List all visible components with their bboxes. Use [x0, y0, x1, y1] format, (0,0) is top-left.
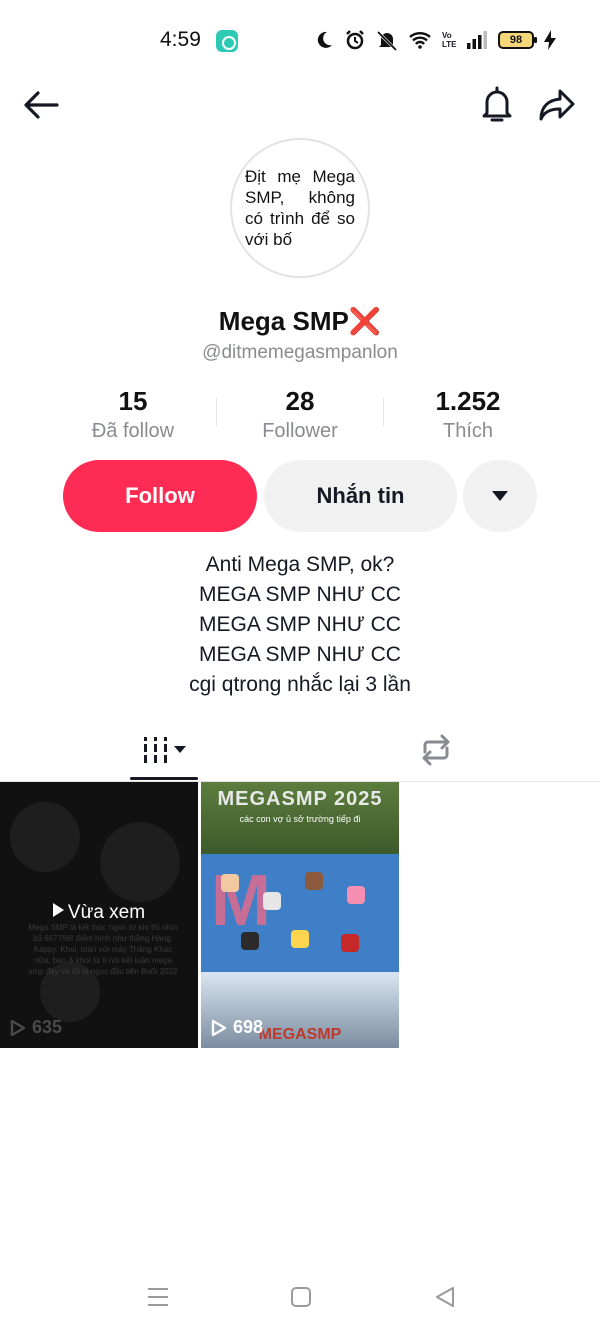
volte-icon: Vo LTE	[442, 31, 457, 49]
stat-likes[interactable]: 1.252 Thích	[383, 384, 553, 444]
battery-icon: 98	[498, 31, 537, 49]
character-sprite	[263, 892, 281, 910]
app-notification-icon	[216, 30, 238, 52]
tab-videos[interactable]	[130, 720, 198, 780]
view-count-text: 698	[233, 1017, 264, 1037]
caret-down-icon	[492, 491, 508, 501]
stat-label: Follower	[262, 420, 338, 442]
cross-mark-icon: ❌	[348, 306, 382, 336]
share-button[interactable]	[532, 80, 582, 130]
thumbnail-shape	[100, 822, 180, 902]
triangle-back-icon	[436, 1287, 454, 1307]
stat-value: 15	[118, 386, 148, 416]
character-sprite	[221, 874, 239, 892]
watched-label: Vừa xem	[0, 902, 198, 924]
follow-button[interactable]: Follow	[63, 460, 257, 532]
more-options-button[interactable]	[463, 460, 537, 532]
view-count: 698	[211, 1017, 263, 1038]
play-outline-icon	[211, 1019, 227, 1036]
character-sprite	[305, 872, 323, 890]
video-grid-icon	[144, 737, 186, 763]
bio-line: Anti Mega SMP, ok?	[205, 553, 395, 576]
view-count-text: 635	[32, 1017, 63, 1037]
username: @ditmemegasmpanlon	[202, 342, 398, 363]
system-nav-bar	[0, 1270, 600, 1320]
tab-reposts[interactable]	[404, 720, 468, 780]
status-time: 4:59	[160, 28, 201, 51]
stat-divider	[383, 398, 384, 426]
share-arrow-icon	[539, 89, 575, 121]
stat-value: 1.252	[435, 386, 501, 416]
character-sprite	[291, 930, 309, 948]
status-icons: Vo LTE 98	[314, 28, 556, 52]
content-tabs	[0, 720, 600, 782]
signal-icon	[467, 31, 487, 49]
wifi-icon	[409, 32, 431, 49]
home-button[interactable]	[281, 1282, 321, 1312]
stat-following[interactable]: 15 Đã follow	[48, 384, 218, 444]
avatar[interactable]: Địt mẹ Mega SMP, không có trình để so vớ…	[230, 138, 370, 278]
moon-icon	[317, 31, 332, 48]
thumbnail-shape	[10, 802, 80, 872]
video-tile[interactable]: MEGASMP 2025 các con vợ ủ sở trường tiếp…	[201, 782, 399, 1048]
menu-lines-icon	[148, 1288, 168, 1306]
character-sprite	[241, 932, 259, 950]
video-grid: Vừa xem Mega SMP là kết thúc ngon từ khi…	[0, 782, 600, 1048]
bio-line: MEGA SMP NHƯ CC	[199, 613, 401, 636]
bio-line: MEGA SMP NHƯ CC	[199, 583, 401, 606]
notification-bell-button[interactable]	[472, 80, 522, 130]
view-count: 635	[10, 1017, 62, 1038]
stat-value: 28	[285, 386, 315, 416]
play-triangle-icon	[52, 903, 64, 917]
profile-stats: 15 Đã follow 28 Follower 1.252 Thích	[0, 384, 600, 444]
mute-bell-icon	[376, 30, 398, 51]
stat-divider	[216, 398, 217, 426]
stat-followers[interactable]: 28 Follower	[215, 384, 385, 444]
system-back-button[interactable]	[425, 1282, 465, 1312]
video-tile[interactable]: Vừa xem Mega SMP là kết thúc ngon từ khi…	[0, 782, 198, 1048]
top-nav	[0, 80, 600, 130]
character-sprite	[347, 886, 365, 904]
recent-apps-button[interactable]	[138, 1282, 178, 1312]
thumbnail-letter: M	[211, 861, 271, 941]
profile-name: Mega SMP❌	[0, 306, 600, 337]
status-bar: 4:59 Vo LTE 98	[0, 0, 600, 80]
repost-icon	[422, 734, 450, 766]
avatar-text: Địt mẹ Mega SMP, không có trình để so vớ…	[245, 167, 355, 249]
profile-name-text: Mega SMP	[218, 306, 349, 336]
stat-label: Thích	[442, 420, 494, 442]
bio-line: cgi qtrong nhắc lại 3 lần	[189, 673, 411, 696]
charging-bolt-icon	[544, 30, 556, 50]
bio-line: MEGA SMP NHƯ CC	[199, 643, 401, 666]
bell-icon	[482, 86, 512, 122]
square-icon	[291, 1287, 311, 1307]
back-button[interactable]	[16, 80, 66, 130]
message-button[interactable]: Nhắn tin	[264, 460, 457, 532]
play-outline-icon	[10, 1019, 26, 1036]
watched-text: Vừa xem	[67, 902, 146, 923]
arrow-left-icon	[24, 91, 59, 119]
alarm-icon	[346, 30, 364, 50]
video-thumbnail-title: MEGASMP 2025	[217, 788, 383, 810]
stat-label: Đã follow	[91, 420, 175, 442]
video-caption: Mega SMP là kết thúc ngon từ khi thì nhì…	[28, 923, 178, 976]
bio: Anti Mega SMP, ok? MEGA SMP NHƯ CC MEGA …	[0, 550, 600, 700]
character-sprite	[341, 934, 359, 952]
video-thumbnail-subtitle: các con vợ ủ sở trường tiếp đi	[239, 814, 361, 824]
